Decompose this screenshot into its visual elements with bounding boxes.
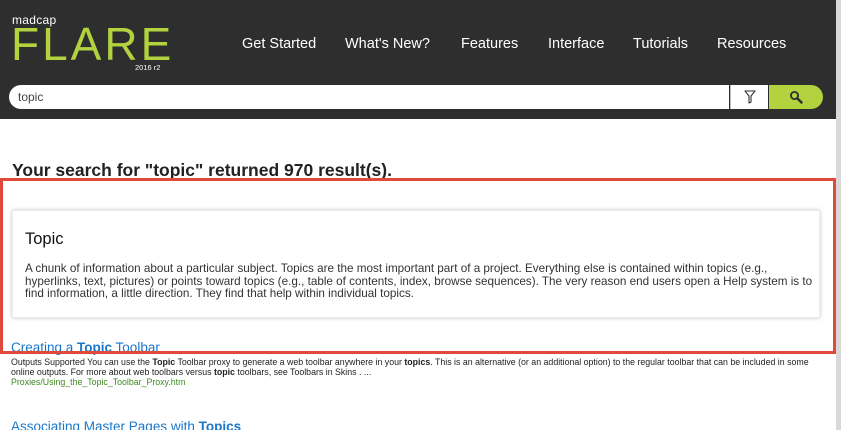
glossary-card: Topic A chunk of information about a par…: [12, 210, 820, 318]
snippet-highlight: topics: [404, 357, 431, 367]
results-heading: Your search for "topic" returned 970 res…: [12, 160, 392, 180]
glossary-definition: A chunk of information about a particula…: [25, 262, 813, 300]
snippet-highlight: topic: [213, 367, 235, 377]
filter-button[interactable]: [730, 85, 768, 109]
snippet-highlight: Topic: [152, 357, 176, 367]
result-title-text: Associating Master Pages with: [11, 419, 199, 430]
search-bar: [9, 85, 823, 109]
site-header: madcap FLARE 2016 r2 Get Started What's …: [0, 0, 836, 119]
nav-whats-new[interactable]: What's New?: [345, 36, 430, 52]
scrollbar-edge: [836, 0, 841, 430]
page: madcap FLARE 2016 r2 Get Started What's …: [0, 0, 836, 430]
result-title-text: Creating a: [11, 340, 78, 355]
logo-version-text: 2016 r2: [135, 63, 161, 72]
search-result-title[interactable]: Creating a Topic Toolbar: [11, 340, 826, 355]
result-title-text: Toolbar: [112, 340, 160, 355]
search-result-snippet: Outputs Supported You can use the Topic …: [11, 357, 826, 377]
nav-interface[interactable]: Interface: [548, 36, 604, 52]
nav-tutorials[interactable]: Tutorials: [633, 36, 688, 52]
glossary-term: Topic: [25, 230, 64, 248]
nav-resources[interactable]: Resources: [717, 36, 786, 52]
snippet-text: Outputs Supported You can use the: [11, 357, 153, 367]
nav-get-started[interactable]: Get Started: [242, 36, 316, 52]
result-title-highlight: Topics: [198, 419, 242, 430]
snippet-text: Toolbar proxy to generate a web toolbar …: [175, 357, 405, 367]
snippet-text: toolbars, see Toolbars in Skins . ...: [234, 367, 372, 377]
filter-icon: [743, 90, 756, 104]
result-title-highlight: Topic: [77, 340, 113, 355]
search-button[interactable]: [769, 85, 823, 109]
search-input[interactable]: [9, 85, 729, 109]
main-nav: Get Started What's New? Features Interfa…: [0, 36, 836, 54]
search-result-title[interactable]: Associating Master Pages with Topics: [11, 419, 826, 430]
search-result: Creating a Topic Toolbar Outputs Support…: [11, 340, 826, 387]
search-icon: [790, 91, 803, 104]
search-result: Associating Master Pages with Topics: [11, 419, 826, 430]
search-result-url: Proxies/Using_the_Topic_Toolbar_Proxy.ht…: [11, 377, 186, 387]
nav-features[interactable]: Features: [461, 36, 518, 52]
